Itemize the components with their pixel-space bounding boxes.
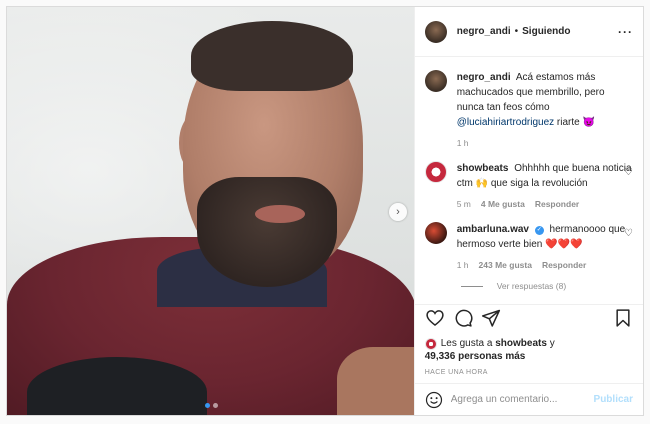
heart-icon[interactable]: ♡ bbox=[624, 228, 633, 239]
view-replies-label: Ver respuestas (8) bbox=[496, 281, 567, 291]
comments-list[interactable]: negro_andi Acá estamos más machucados qu… bbox=[415, 58, 643, 302]
comment-reply-button[interactable]: Responder bbox=[535, 197, 579, 212]
comment-icon[interactable] bbox=[453, 308, 473, 328]
caption-text-after: riarte bbox=[556, 117, 580, 128]
post-header: negro_andi • Siguiendo ··· bbox=[414, 7, 643, 57]
emoji-icon[interactable] bbox=[425, 391, 443, 409]
comment-likes[interactable]: 4 Me gusta bbox=[481, 197, 525, 212]
comment-item: ambarluna.wav ✓ hermanoooo que hermoso v… bbox=[424, 222, 633, 273]
carousel-next-button[interactable]: › bbox=[389, 203, 407, 221]
view-replies-button[interactable]: Ver respuestas (8) bbox=[460, 281, 633, 291]
header-separator: • bbox=[514, 26, 519, 37]
caption: negro_andi Acá estamos más machucados qu… bbox=[424, 70, 633, 151]
caption-emoji: 😈 bbox=[582, 117, 595, 128]
heart-icon[interactable]: ♡ bbox=[624, 167, 633, 178]
post-timestamp[interactable]: HACE UNA HORA bbox=[425, 369, 488, 376]
likes-prefix: Les gusta a bbox=[440, 338, 493, 349]
follow-status-button[interactable]: Siguiendo bbox=[522, 26, 570, 37]
author-avatar[interactable] bbox=[424, 20, 447, 43]
comment-username[interactable]: showbeats bbox=[457, 163, 509, 174]
author-username[interactable]: negro_andi bbox=[457, 26, 511, 37]
caption-username[interactable]: negro_andi bbox=[457, 72, 511, 83]
post-photo[interactable]: › bbox=[7, 7, 415, 415]
comment-time[interactable]: 5 m bbox=[457, 197, 471, 212]
likes-summary: Les gusta a showbeats y 49,336 personas … bbox=[424, 337, 633, 363]
likes-joiner: y bbox=[549, 338, 555, 349]
heart-icon[interactable] bbox=[425, 308, 445, 328]
liker-avatar[interactable] bbox=[424, 337, 437, 350]
carousel-dot-active bbox=[205, 403, 210, 408]
likes-count-button[interactable]: 49,336 personas más bbox=[425, 351, 526, 362]
caption-mention[interactable]: @luciahiriartrodriguez bbox=[457, 117, 554, 128]
action-bar bbox=[414, 304, 643, 330]
comment-avatar[interactable] bbox=[424, 161, 447, 183]
comment-username[interactable]: ambarluna.wav bbox=[457, 224, 529, 235]
bookmark-icon[interactable] bbox=[613, 308, 633, 328]
comment-item: showbeats Ohhhhh que buena noticia ctm 🙌… bbox=[424, 161, 633, 212]
comment-input[interactable] bbox=[450, 394, 581, 405]
caption-time[interactable]: 1 h bbox=[457, 136, 469, 151]
comment-reply-button[interactable]: Responder bbox=[542, 258, 586, 273]
post-dialog: › negro_andi • Siguiendo ··· negro_andi … bbox=[6, 6, 644, 416]
chevron-right-icon: › bbox=[396, 206, 400, 218]
share-icon[interactable] bbox=[481, 308, 501, 328]
post-side-panel: negro_andi • Siguiendo ··· negro_andi Ac… bbox=[414, 7, 643, 415]
add-comment-bar: Publicar bbox=[414, 383, 643, 415]
comment-avatar[interactable] bbox=[424, 222, 447, 244]
carousel-dot bbox=[213, 403, 218, 408]
publish-button[interactable]: Publicar bbox=[594, 394, 633, 405]
likes-user[interactable]: showbeats bbox=[495, 337, 547, 350]
comment-likes[interactable]: 243 Me gusta bbox=[479, 258, 532, 273]
more-options-icon[interactable]: ··· bbox=[618, 25, 633, 39]
verified-badge-icon: ✓ bbox=[534, 226, 544, 235]
comment-time[interactable]: 1 h bbox=[457, 258, 469, 273]
caption-avatar[interactable] bbox=[424, 70, 447, 92]
carousel-indicator bbox=[205, 403, 218, 408]
